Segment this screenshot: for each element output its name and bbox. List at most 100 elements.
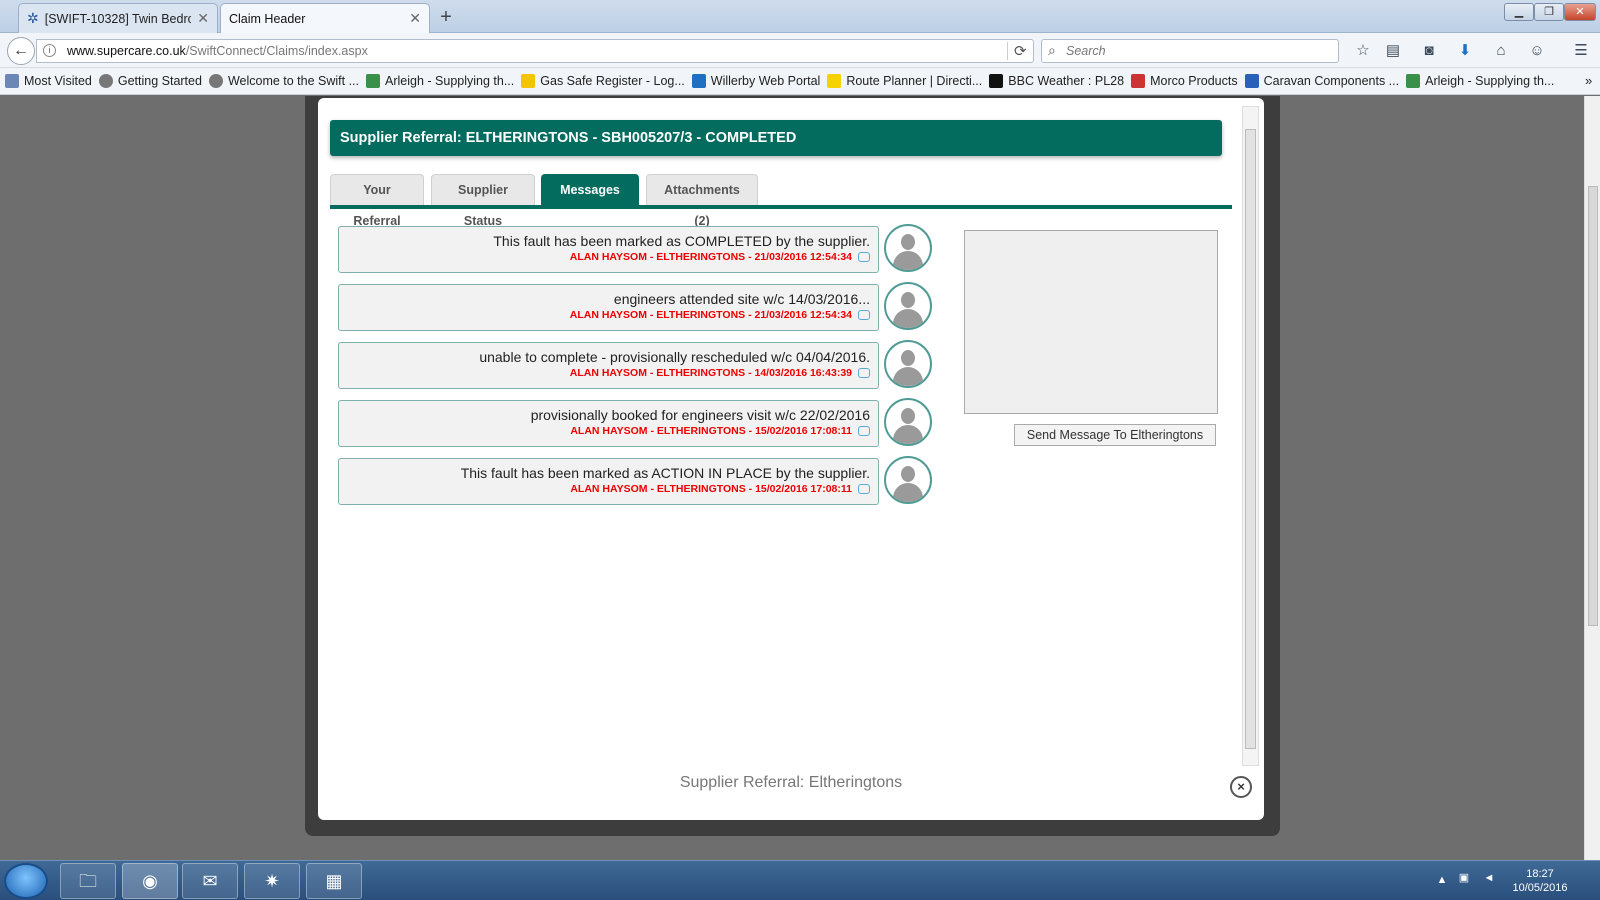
bookmark-caravan-components[interactable]: Caravan Components ...: [1244, 74, 1400, 88]
browser-tab-strip: ✲ [SWIFT-10328] Twin Bedro... ✕ Claim He…: [0, 0, 1600, 33]
bookmark-arleigh-2[interactable]: Arleigh - Supplying th...: [1406, 74, 1554, 88]
file-explorer-icon[interactable]: 🗀: [60, 863, 116, 899]
bookmark-label: Willerby Web Portal: [710, 74, 821, 88]
arleigh-icon: [1406, 74, 1421, 88]
arleigh-icon: [366, 74, 381, 88]
bookmark-label: Getting Started: [117, 74, 202, 88]
tab-your-referral[interactable]: Your Referral: [330, 174, 424, 228]
avatar: [884, 224, 932, 272]
back-button[interactable]: ←: [7, 37, 35, 65]
close-modal-button[interactable]: ×: [1230, 776, 1252, 798]
bookmark-label: Route Planner | Directi...: [846, 74, 983, 88]
bookmark-label: Welcome to the Swift ...: [227, 74, 360, 88]
browser-tab-title: Claim Header: [229, 11, 306, 26]
message-meta: ALAN HAYSOM - ELTHERINGTONS - 21/03/2016…: [569, 309, 852, 321]
message-meta: ALAN HAYSOM - ELTHERINGTONS - 14/03/2016…: [569, 367, 852, 379]
new-tab-button[interactable]: +: [434, 6, 458, 30]
clock[interactable]: 18:27 10/05/2016: [1505, 867, 1575, 895]
bookmark-willerby[interactable]: Willerby Web Portal: [691, 74, 821, 88]
outlook-icon[interactable]: ✉: [182, 863, 238, 899]
reload-icon[interactable]: ⟳: [1007, 42, 1027, 60]
url-domain: www.supercare.co.uk: [67, 44, 186, 58]
chat-icon[interactable]: ☺: [1526, 40, 1548, 62]
message-meta: ALAN HAYSOM - ELTHERINGTONS - 21/03/2016…: [569, 251, 852, 263]
search-box[interactable]: ⌕ Search: [1041, 39, 1339, 63]
globe-icon: [208, 74, 223, 88]
windows-taskbar: 🗀 ◉ ✉ ✷ ▦ ▲ ▣ ◄ 18:27 10/05/2016: [0, 860, 1600, 900]
network-icon[interactable]: ▣: [1455, 871, 1473, 885]
caravan-components-icon: [1244, 74, 1259, 88]
firefox-icon[interactable]: ◉: [122, 863, 178, 899]
bookmark-arleigh-1[interactable]: Arleigh - Supplying th...: [366, 74, 514, 88]
menu-icon[interactable]: ☰: [1570, 40, 1592, 62]
close-tab-icon[interactable]: ✕: [409, 10, 421, 27]
speech-bubble-icon: [858, 252, 870, 263]
browser-tab-title: [SWIFT-10328] Twin Bedro...: [44, 11, 192, 26]
bookmark-morco[interactable]: Morco Products: [1131, 74, 1238, 88]
bookmark-star-icon[interactable]: ☆: [1352, 40, 1374, 62]
bookmark-gas-safe[interactable]: Gas Safe Register - Log...: [521, 74, 685, 88]
message-input[interactable]: [964, 230, 1218, 414]
bookmark-bbc-weather[interactable]: BBC Weather : PL28: [989, 74, 1124, 88]
close-tab-icon[interactable]: ✕: [197, 10, 209, 27]
start-button[interactable]: [4, 863, 48, 899]
message-text: unable to complete - provisionally resch…: [479, 349, 870, 365]
tab-attachments[interactable]: Attachments (2): [646, 174, 758, 228]
avatar: [884, 282, 932, 330]
message-text: provisionally booked for engineers visit…: [530, 407, 870, 423]
url-bar[interactable]: i www.supercare.co.uk/SwiftConnect/Claim…: [36, 39, 1034, 63]
gas-safe-icon: [521, 74, 536, 88]
modal-scrollbar-thumb[interactable]: [1245, 129, 1256, 749]
search-placeholder: Search: [1066, 44, 1106, 58]
speech-bubble-icon: [858, 484, 870, 495]
reading-list-icon[interactable]: ▤: [1382, 40, 1404, 62]
bookmark-label: Morco Products: [1150, 74, 1238, 88]
browser-tab-swift[interactable]: ✲ [SWIFT-10328] Twin Bedro... ✕: [18, 3, 218, 33]
bookmark-most-visited[interactable]: Most Visited: [5, 74, 92, 88]
url-text: www.supercare.co.uk/SwiftConnect/Claims/…: [67, 44, 368, 58]
browser-navbar: ← i www.supercare.co.uk/SwiftConnect/Cla…: [0, 33, 1600, 68]
sage-icon[interactable]: ▦: [306, 863, 362, 899]
modal-scrollbar[interactable]: [1242, 106, 1259, 766]
bookmark-welcome-swift[interactable]: Welcome to the Swift ...: [208, 74, 360, 88]
downloads-icon[interactable]: ⬇: [1454, 40, 1476, 62]
message-item: This fault has been marked as ACTION IN …: [338, 458, 879, 505]
bookmarks-bar: Most Visited Getting Started Welcome to …: [0, 68, 1600, 95]
app-red-icon[interactable]: ✷: [244, 863, 300, 899]
url-path: /SwiftConnect/Claims/index.aspx: [185, 44, 368, 58]
send-message-button[interactable]: Send Message To Eltheringtons: [1014, 424, 1216, 446]
bookmark-route-planner[interactable]: Route Planner | Directi...: [827, 74, 982, 88]
tray-expand-icon[interactable]: ▲: [1435, 873, 1449, 887]
minimize-button[interactable]: ▁: [1504, 3, 1534, 21]
bookmark-label: Arleigh - Supplying th...: [385, 74, 515, 88]
bookmark-getting-started[interactable]: Getting Started: [98, 74, 202, 88]
close-window-button[interactable]: ✕: [1564, 3, 1596, 21]
volume-icon[interactable]: ◄: [1480, 871, 1498, 885]
bookmark-label: Caravan Components ...: [1263, 74, 1400, 88]
clock-date: 10/05/2016: [1512, 882, 1568, 894]
page-scrollbar-thumb[interactable]: [1588, 186, 1598, 626]
tab-underline: [330, 205, 1232, 209]
pocket-icon[interactable]: ◙: [1418, 40, 1440, 62]
restore-button[interactable]: ❐: [1534, 3, 1564, 21]
speech-bubble-icon: [858, 426, 870, 437]
message-item: provisionally booked for engineers visit…: [338, 400, 879, 447]
speech-bubble-icon: [858, 368, 870, 379]
tab-messages[interactable]: Messages (5): [541, 174, 639, 228]
modal-header: Supplier Referral: ELTHERINGTONS - SBH00…: [330, 120, 1222, 156]
home-icon[interactable]: ⌂: [1490, 40, 1512, 62]
browser-tab-claim-header[interactable]: Claim Header ✕: [220, 3, 430, 33]
message-meta: ALAN HAYSOM - ELTHERINGTONS - 15/02/2016…: [570, 483, 852, 495]
clock-time: 18:27: [1526, 868, 1554, 880]
willerby-icon: [691, 74, 706, 88]
message-text: engineers attended site w/c 14/03/2016..…: [613, 291, 870, 307]
info-icon[interactable]: i: [43, 44, 56, 57]
message-text: This fault has been marked as COMPLETED …: [493, 233, 870, 249]
bookmarks-overflow-icon[interactable]: »: [1585, 73, 1592, 88]
message-meta: ALAN HAYSOM - ELTHERINGTONS - 15/02/2016…: [570, 425, 852, 437]
message-text: This fault has been marked as ACTION IN …: [460, 465, 870, 481]
tab-supplier-status[interactable]: Supplier Status: [431, 174, 535, 228]
speech-bubble-icon: [858, 310, 870, 321]
page-scrollbar[interactable]: [1584, 96, 1600, 860]
bookmark-label: Arleigh - Supplying th...: [1425, 74, 1555, 88]
